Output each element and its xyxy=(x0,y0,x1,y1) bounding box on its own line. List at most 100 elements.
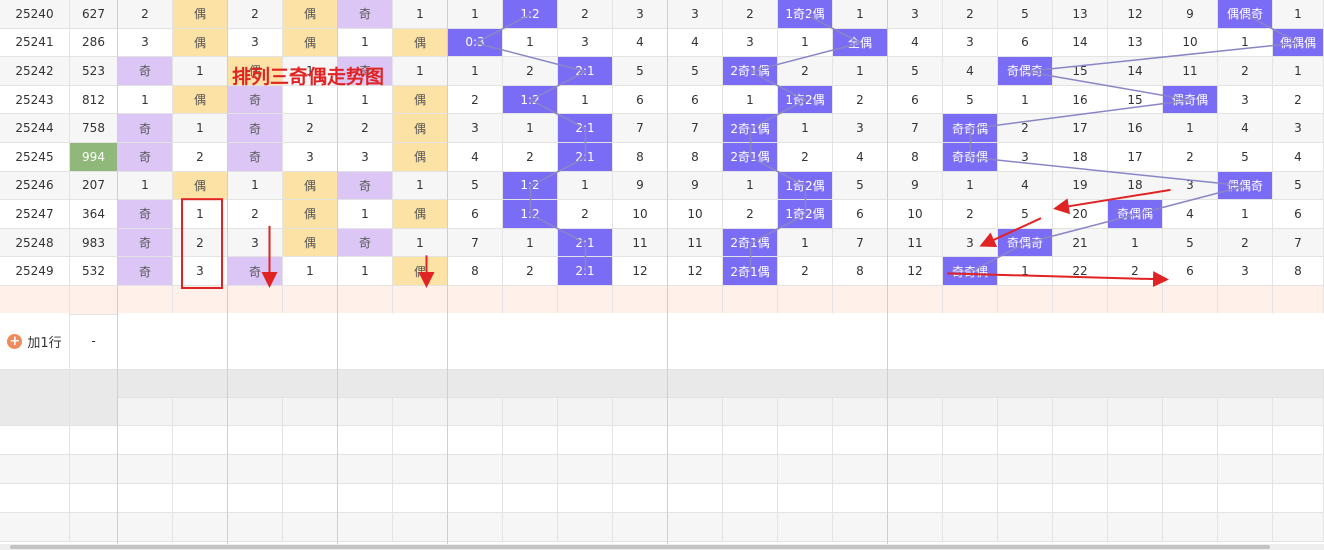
preselect-option[interactable] xyxy=(943,286,998,315)
omission-cell: 12 xyxy=(613,257,668,286)
header-subcolumn xyxy=(1053,398,1108,426)
preselect-option[interactable] xyxy=(778,286,833,315)
omission-cell: 7 xyxy=(888,114,943,143)
stat-value xyxy=(613,426,668,455)
scrollbar-thumb[interactable] xyxy=(10,545,1270,549)
preselect-option[interactable] xyxy=(888,286,943,315)
preselect-option[interactable] xyxy=(283,286,338,315)
stat-label xyxy=(0,484,70,513)
omission-cell: 1 xyxy=(448,0,503,29)
hit-cell: 全偶 xyxy=(833,28,888,58)
omission-cell: 2 xyxy=(503,143,558,172)
omission-cell: 1 xyxy=(173,114,228,143)
omission-cell: 8 xyxy=(888,143,943,172)
preselect-option[interactable] xyxy=(338,286,393,315)
header-subcolumn xyxy=(1273,398,1324,426)
header-subcolumn xyxy=(228,398,283,426)
hit-cell: 1奇2偶 xyxy=(778,85,833,115)
header-group xyxy=(888,370,1324,398)
preselect-option[interactable] xyxy=(998,286,1053,315)
preselect-option[interactable] xyxy=(228,286,283,315)
hit-cell: 奇偶奇 xyxy=(998,228,1053,258)
issue-number: 25241 xyxy=(0,28,70,58)
preselect-option[interactable] xyxy=(393,286,448,315)
omission-cell: 1 xyxy=(173,57,228,86)
horizontal-scrollbar[interactable] xyxy=(0,544,1324,550)
omission-cell: 2 xyxy=(778,143,833,172)
omission-cell: 3 xyxy=(228,28,283,58)
omission-cell: 2 xyxy=(173,228,228,258)
parity-cell: 偶 xyxy=(283,200,338,229)
header-subcolumn xyxy=(613,398,668,426)
stat-value xyxy=(1218,455,1273,484)
omission-cell: 2 xyxy=(503,257,558,286)
preselect-option[interactable] xyxy=(613,286,668,315)
stat-value xyxy=(118,426,173,455)
omission-cell: 6 xyxy=(998,28,1053,58)
header-subcolumn xyxy=(558,398,613,426)
omission-cell: 2 xyxy=(1218,57,1273,86)
stat-value xyxy=(283,484,338,513)
preselect-option[interactable] xyxy=(1273,286,1324,315)
header-subcolumn xyxy=(118,398,173,426)
preselect-option[interactable] xyxy=(503,286,558,315)
award-number: 994 xyxy=(70,143,118,172)
omission-cell: 2 xyxy=(778,57,833,86)
add-row-area[interactable] xyxy=(118,313,1324,370)
omission-cell: 1 xyxy=(1218,200,1273,229)
omission-cell: 2 xyxy=(998,114,1053,143)
omission-cell: 8 xyxy=(448,257,503,286)
preselect-option[interactable] xyxy=(1163,286,1218,315)
preselect-option[interactable] xyxy=(1108,286,1163,315)
preselect-option[interactable] xyxy=(668,286,723,315)
header-subcolumn xyxy=(723,398,778,426)
omission-cell: 1 xyxy=(393,228,448,258)
preselect-option[interactable] xyxy=(833,286,888,315)
omission-cell: 2 xyxy=(558,200,613,229)
parity-cell: 奇 xyxy=(228,143,283,172)
header-group xyxy=(338,370,448,398)
header-subcolumn xyxy=(1218,398,1273,426)
stat-dash xyxy=(70,455,118,484)
header-subcolumn xyxy=(448,398,503,426)
trend-chart-table: 25240 627 2 偶 2 偶奇 1 1 1:2 2 3 3 2 1奇2偶 1 3 2 5 13 12 9 偶偶奇 1 2… xyxy=(0,0,1324,550)
omission-cell: 7 xyxy=(1273,228,1324,258)
stat-value xyxy=(228,513,283,542)
omission-cell: 5 xyxy=(1273,171,1324,201)
stat-value xyxy=(448,455,503,484)
omission-cell: 9 xyxy=(613,171,668,201)
omission-cell: 14 xyxy=(1053,28,1108,58)
preselect-option[interactable] xyxy=(173,286,228,315)
omission-cell: 3 xyxy=(668,0,723,29)
issue-number: 25243 xyxy=(0,85,70,115)
issue-number: 25246 xyxy=(0,171,70,201)
header-subcolumn xyxy=(888,398,943,426)
add-row-button[interactable]: + 加1行 xyxy=(0,313,70,370)
stat-value xyxy=(998,426,1053,455)
preselect-option[interactable] xyxy=(558,286,613,315)
hit-cell: 偶偶奇 xyxy=(1218,0,1273,29)
omission-cell: 6 xyxy=(1163,257,1218,286)
hit-cell: 偶奇偶 xyxy=(1163,85,1218,115)
preselect-option[interactable] xyxy=(448,286,503,315)
omission-cell: 1 xyxy=(338,257,393,286)
omission-cell: 4 xyxy=(1163,200,1218,229)
omission-cell: 7 xyxy=(668,114,723,143)
hit-cell: 偶偶偶 xyxy=(1273,28,1324,58)
stat-value xyxy=(943,484,998,513)
preselect-option[interactable] xyxy=(1053,286,1108,315)
omission-cell: 13 xyxy=(1108,28,1163,58)
parity-cell: 偶 xyxy=(283,28,338,58)
issue-number: 25248 xyxy=(0,228,70,258)
hit-cell: 1奇2偶 xyxy=(778,200,833,229)
omission-cell: 1 xyxy=(833,57,888,86)
stat-value xyxy=(778,484,833,513)
omission-cell: 10 xyxy=(888,200,943,229)
preselect-option[interactable] xyxy=(118,286,173,315)
omission-cell: 3 xyxy=(1218,85,1273,115)
preselect-option[interactable] xyxy=(1218,286,1273,315)
preselect-option[interactable] xyxy=(723,286,778,315)
omission-cell: 1 xyxy=(558,171,613,201)
omission-cell: 1 xyxy=(283,257,338,286)
omission-cell: 10 xyxy=(613,200,668,229)
